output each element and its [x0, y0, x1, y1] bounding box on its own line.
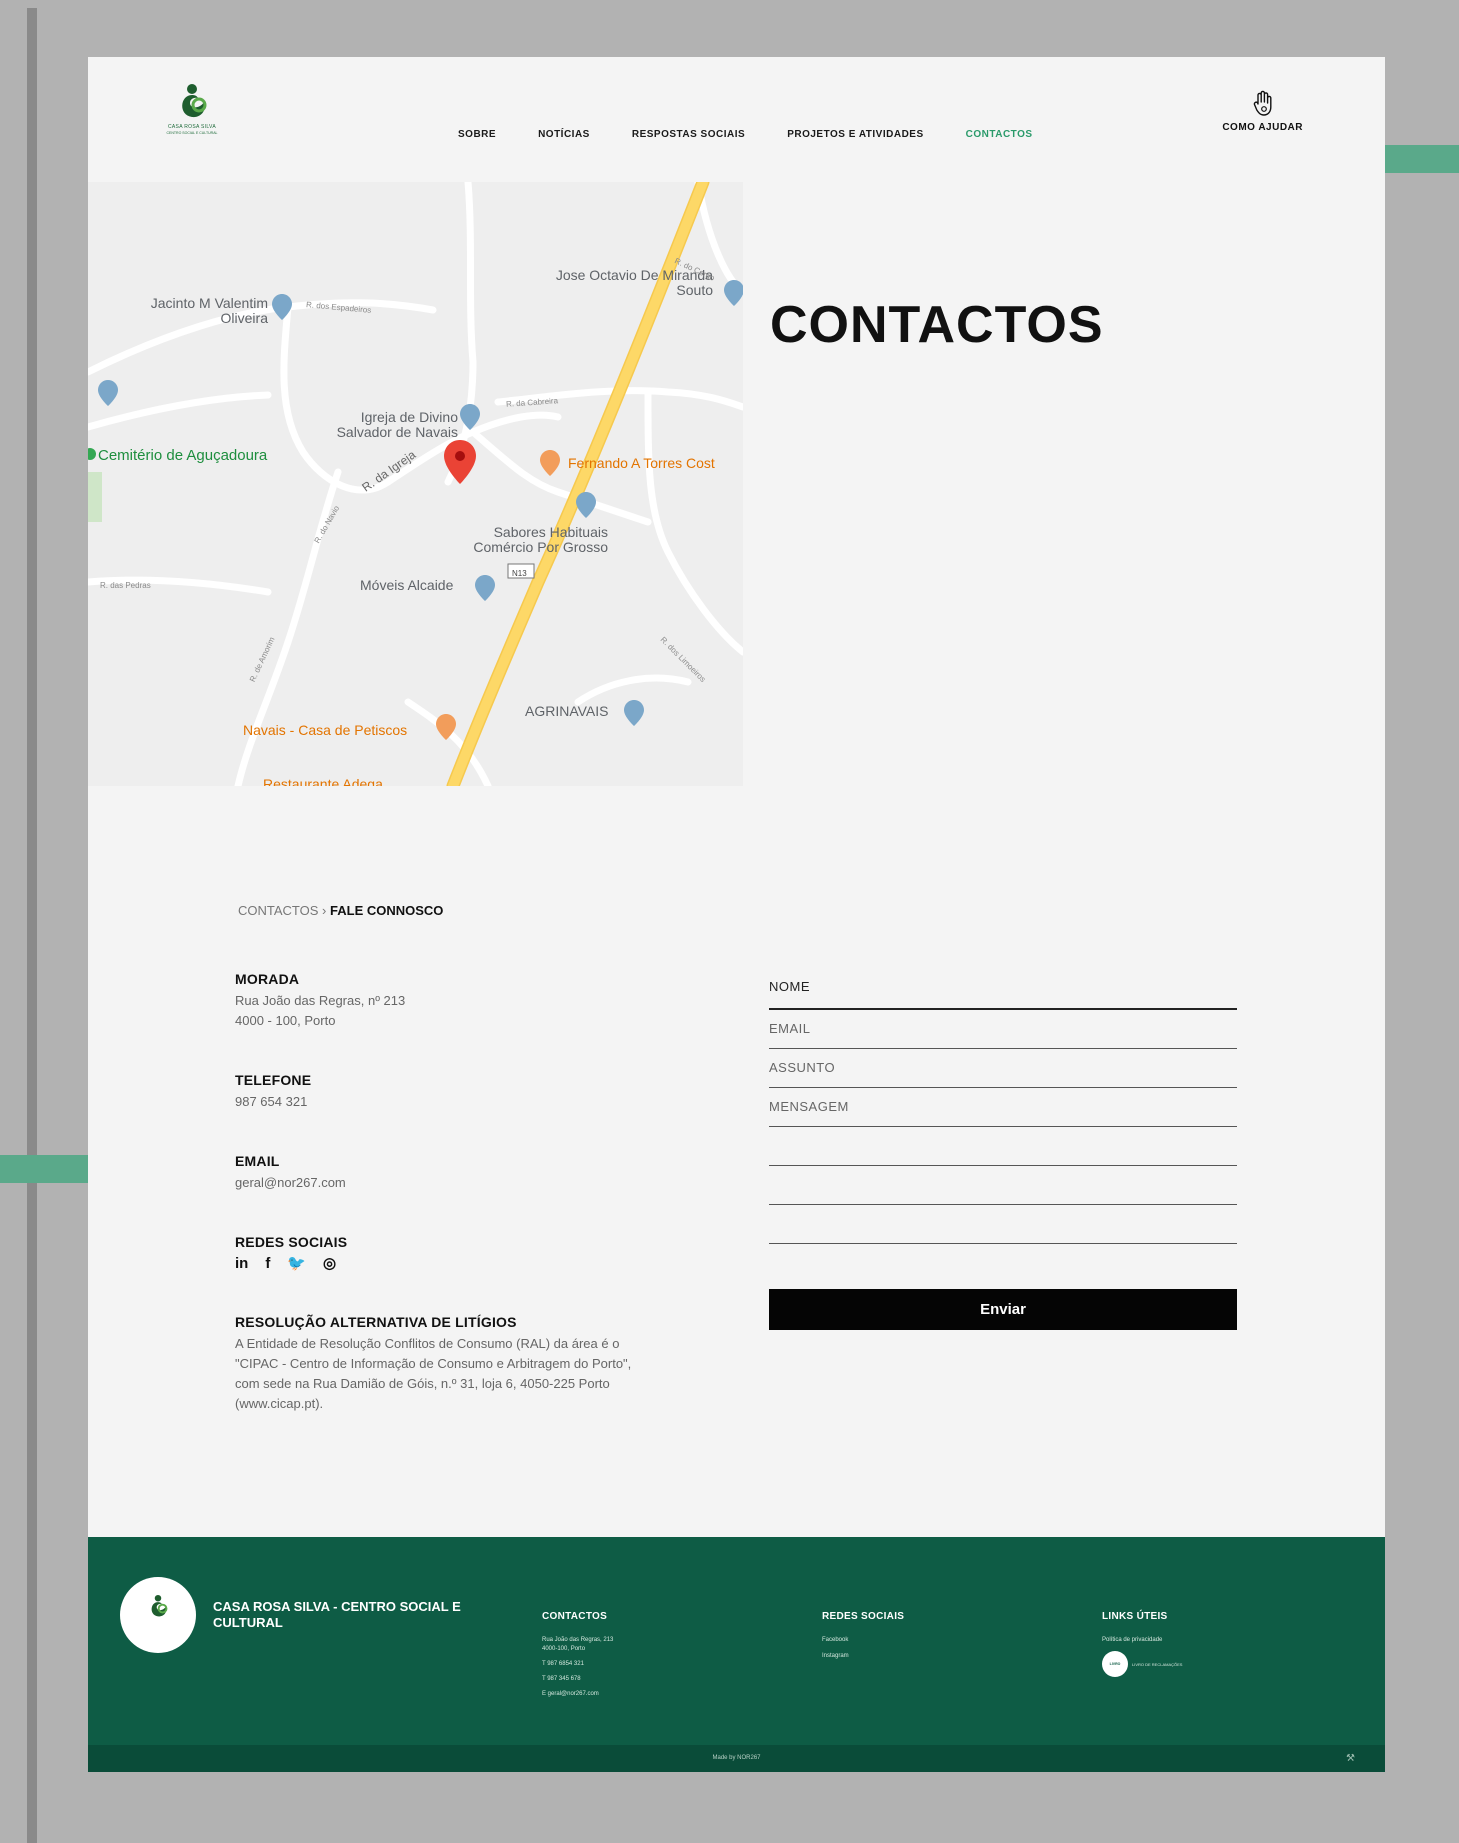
email-title: EMAIL [235, 1153, 280, 1169]
social-title: REDES SOCIAIS [235, 1234, 348, 1250]
footer-brand-name: CASA ROSA SILVA - CENTRO SOCIAL E CULTUR… [213, 1599, 461, 1630]
ral-text: A Entidade de Resolução Conflitos de Con… [235, 1336, 620, 1351]
contact-form: NOME EMAIL ASSUNTO MENSAGEM Enviar [769, 975, 1237, 1330]
email-field[interactable]: EMAIL [769, 1010, 1237, 1049]
address-line: 4000 - 100, Porto [235, 1013, 336, 1028]
nav-item-contactos[interactable]: CONTACTOS [966, 129, 1033, 140]
name-field[interactable]: NOME [769, 975, 1237, 1010]
map-label-place: Jacinto M Valentim Oliveira [150, 295, 268, 326]
footer-social: REDES SOCIAIS Facebook Instagram [822, 1611, 904, 1661]
breadcrumb-parent[interactable]: CONTACTOS [238, 903, 318, 918]
map-label-place: Fernando A Torres Cost [568, 455, 715, 471]
ral-text: (www.cicap.pt). [235, 1396, 324, 1411]
footer-facebook-link[interactable]: Facebook [822, 1636, 904, 1645]
page-frame: CASA ROSA SILVA CENTRO SOCIAL E CULTURAL… [88, 57, 1385, 1772]
map-label-place: Móveis Alcaide [360, 577, 454, 593]
map-label-street: N13 [512, 569, 527, 578]
page-title: CONTACTOS [770, 296, 1104, 354]
map-label-place: Cemitério de Aguçadoura [98, 447, 268, 464]
logo-text: CASA ROSA SILVA [168, 124, 216, 130]
map-label-place: Sabores Habituais Comércio Por Grosso [473, 524, 608, 555]
made-by-credit[interactable]: Made by NOR267 [88, 1755, 1385, 1761]
footer-links: LINKS ÚTEIS Política de privacidade LIVR… [1102, 1611, 1182, 1677]
hand-icon [1253, 90, 1272, 116]
complaints-book-label: LIVRO DE RECLAMAÇÕES [1132, 1661, 1183, 1667]
nav-item-projetos[interactable]: PROJETOS E ATIVIDADES [787, 129, 923, 140]
nav-item-sobre[interactable]: SOBRE [458, 129, 496, 140]
email-block: EMAIL geral@nor267.com [235, 1153, 346, 1193]
logo-subtext: CENTRO SOCIAL E CULTURAL [166, 131, 218, 135]
phone-block: TELEFONE 987 654 321 [235, 1072, 311, 1112]
address-title: MORADA [235, 971, 300, 987]
footer-contact-line: 4000-100, Porto [542, 1646, 586, 1652]
subject-field[interactable]: ASSUNTO [769, 1049, 1237, 1088]
phone-title: TELEFONE [235, 1072, 312, 1088]
logo-mark-icon [182, 84, 207, 118]
breadcrumb-current: FALE CONNOSCO [330, 903, 444, 918]
social-icons: in f 🐦 ◎ [235, 1254, 347, 1273]
email-address[interactable]: geral@nor267.com [235, 1173, 346, 1193]
breadcrumb: CONTACTOS › FALE CONNOSCO [238, 903, 443, 918]
ral-block: RESOLUÇÃO ALTERNATIVA DE LITÍGIOS A Enti… [235, 1314, 705, 1414]
site-header: CASA ROSA SILVA CENTRO SOCIAL E CULTURAL… [88, 57, 1385, 182]
complaints-book-icon: LIVRO [1102, 1651, 1128, 1677]
left-rail [27, 8, 37, 1843]
message-field-line[interactable] [769, 1166, 1237, 1205]
help-label: COMO AJUDAR [1222, 122, 1303, 133]
footer-logo[interactable] [120, 1577, 196, 1653]
footer-contact-line: T 987 345 678 [542, 1676, 581, 1682]
map-label-place: Restaurante Adega [263, 776, 383, 787]
footer-contact-line: Rua João das Regras, 213 [542, 1637, 614, 1643]
footer-contact-line: T 987 6854 321 [542, 1661, 584, 1667]
site-logo[interactable]: CASA ROSA SILVA CENTRO SOCIAL E CULTURAL [152, 81, 232, 151]
lock-icon: ⚒ [1346, 1753, 1355, 1764]
map-label-place: Navais - Casa de Petiscos [243, 722, 408, 738]
map-label-street: R. das Pedras [100, 581, 151, 590]
linkedin-icon[interactable]: in [235, 1255, 248, 1272]
footer-links-title: LINKS ÚTEIS [1102, 1611, 1168, 1622]
facebook-icon[interactable]: f [265, 1255, 270, 1272]
footer-contact-line[interactable]: E geral@nor267.com [542, 1690, 613, 1699]
twitter-icon[interactable]: 🐦 [287, 1254, 306, 1272]
complaints-book-badge[interactable]: LIVRO LIVRO DE RECLAMAÇÕES [1102, 1651, 1182, 1677]
nav-item-respostas-sociais[interactable]: RESPOSTAS SOCIAIS [632, 129, 745, 140]
message-field[interactable]: MENSAGEM [769, 1088, 1237, 1127]
message-field-line[interactable] [769, 1205, 1237, 1244]
location-map[interactable]: Jose Octavio De Miranda Souto Jacinto M … [88, 182, 743, 786]
address-line: Rua João das Regras, nº 213 [235, 993, 406, 1008]
help-link[interactable]: COMO AJUDAR [1222, 90, 1303, 133]
logo-mark-icon [151, 1594, 168, 1617]
message-field-line[interactable] [769, 1127, 1237, 1166]
address-block: MORADA Rua João das Regras, nº 213 4000 … [235, 971, 405, 1031]
map-label-place: AGRINAVAIS [525, 703, 609, 719]
submit-button[interactable]: Enviar [769, 1289, 1237, 1330]
site-footer: CASA ROSA SILVA - CENTRO SOCIAL E CULTUR… [88, 1537, 1385, 1772]
footer-social-title: REDES SOCIAIS [822, 1611, 905, 1622]
footer-instagram-link[interactable]: Instagram [822, 1652, 904, 1661]
footer-contacts: CONTACTOS Rua João das Regras, 213 4000-… [542, 1611, 613, 1699]
instagram-icon[interactable]: ◎ [323, 1254, 336, 1272]
ral-text: "CIPAC - Centro de Informação de Consumo… [235, 1356, 632, 1371]
social-block: REDES SOCIAIS in f 🐦 ◎ [235, 1234, 347, 1272]
footer-privacy-link[interactable]: Política de privacidade [1102, 1636, 1182, 1645]
accent-bar-right [1385, 145, 1459, 173]
nav-item-noticias[interactable]: NOTÍCIAS [538, 129, 590, 140]
phone-number[interactable]: 987 654 321 [235, 1092, 311, 1112]
breadcrumb-separator-icon: › [322, 903, 327, 918]
ral-text: com sede na Rua Damião de Góis, n.º 31, … [235, 1376, 610, 1391]
map-label-place: Igreja de Divino Salvador de Navais [336, 409, 458, 440]
accent-bar-left [0, 1155, 88, 1183]
sub-footer: Made by NOR267 ⚒ [88, 1745, 1385, 1772]
footer-contacts-title: CONTACTOS [542, 1611, 608, 1622]
main-nav: SOBRE NOTÍCIAS RESPOSTAS SOCIAIS PROJETO… [458, 129, 1033, 140]
ral-title: RESOLUÇÃO ALTERNATIVA DE LITÍGIOS [235, 1314, 517, 1330]
